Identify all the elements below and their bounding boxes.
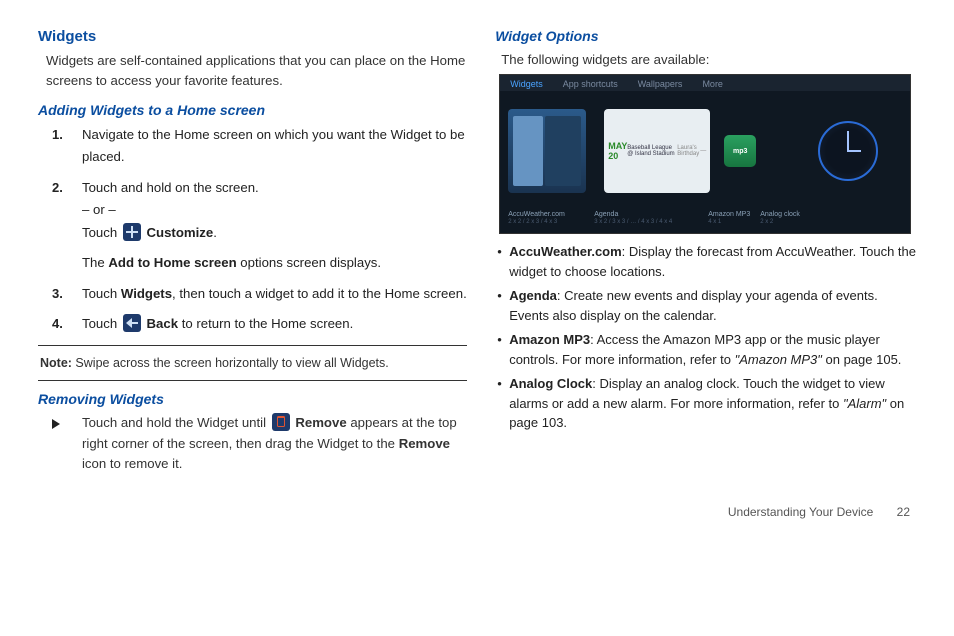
- step-number: 1.: [52, 124, 82, 146]
- tile-analog-clock: [814, 109, 902, 197]
- back-label: Back: [143, 316, 178, 331]
- heading-removing-widgets: Removing Widgets: [38, 391, 467, 407]
- ref-amazon-mp3: "Amazon MP3": [735, 352, 822, 367]
- right-column: Widget Options The following widgets are…: [495, 28, 916, 475]
- item-accuweather: AccuWeather.com: Display the forecast fr…: [497, 242, 916, 281]
- remove-label2: Remove: [399, 436, 450, 451]
- widgets-label: Widgets: [121, 286, 172, 301]
- back-icon: [123, 314, 141, 332]
- accuweather-icon: [508, 109, 586, 193]
- step-text: Touch Back to return to the Home screen.: [82, 313, 467, 335]
- tab-wallpapers: Wallpapers: [638, 79, 683, 89]
- divider: [38, 380, 467, 381]
- note-label: Note:: [40, 356, 72, 370]
- remove-step: Touch and hold the Widget until Remove a…: [52, 413, 467, 474]
- screenshot-body: MAY 20 Baseball League @ Island Stadium …: [500, 91, 910, 211]
- step2-or: – or –: [82, 202, 116, 217]
- divider: [38, 345, 467, 346]
- footer-section: Understanding Your Device: [728, 505, 873, 519]
- widget-descriptions: AccuWeather.com: Display the forecast fr…: [495, 242, 916, 433]
- page-footer: Understanding Your Device 22: [0, 485, 954, 519]
- step2-line1: Touch and hold on the screen.: [82, 180, 259, 195]
- tab-more: More: [702, 79, 723, 89]
- left-column: Widgets Widgets are self-contained appli…: [38, 28, 467, 475]
- removing-list: Touch and hold the Widget until Remove a…: [52, 413, 467, 474]
- step-text: Touch Widgets, then touch a widget to ad…: [82, 283, 467, 305]
- item-amazon-mp3: Amazon MP3: Access the Amazon MP3 app or…: [497, 330, 916, 369]
- step-text: Touch and hold on the screen. – or – Tou…: [82, 177, 467, 275]
- step-number: 4.: [52, 313, 82, 335]
- heading-adding-widgets: Adding Widgets to a Home screen: [38, 102, 467, 118]
- page-number: 22: [897, 505, 910, 519]
- tab-widgets: Widgets: [510, 79, 543, 89]
- step-number: 2.: [52, 177, 82, 199]
- step2-touch: Touch: [82, 225, 121, 240]
- widgets-screenshot: Widgets App shortcuts Wallpapers More MA…: [499, 74, 911, 234]
- step-text: Navigate to the Home screen on which you…: [82, 124, 467, 169]
- tile-agenda: MAY 20 Baseball League @ Island Stadium …: [604, 109, 710, 197]
- add-to-home-label: Add to Home screen: [108, 255, 236, 270]
- adding-steps-list: 1. Navigate to the Home screen on which …: [52, 124, 467, 336]
- step-1: 1. Navigate to the Home screen on which …: [52, 124, 467, 169]
- note-text: Note: Swipe across the screen horizontal…: [38, 354, 467, 370]
- step-3: 3. Touch Widgets, then touch a widget to…: [52, 283, 467, 305]
- widgets-intro: Widgets are self-contained applications …: [46, 51, 467, 92]
- remove-text: Touch and hold the Widget until Remove a…: [82, 413, 467, 474]
- customize-label: Customize: [143, 225, 213, 240]
- screenshot-tabs: Widgets App shortcuts Wallpapers More: [500, 75, 910, 91]
- tile-amazon-mp3: mp3: [718, 109, 806, 197]
- step-2: 2. Touch and hold on the screen. – or – …: [52, 177, 467, 275]
- triangle-bullet-icon: [52, 419, 60, 429]
- agenda-date: MAY 20: [608, 141, 627, 161]
- tile-accuweather: [508, 109, 596, 197]
- remove-label: Remove: [292, 415, 347, 430]
- step-4: 4. Touch Back to return to the Home scre…: [52, 313, 467, 335]
- amazon-mp3-icon: mp3: [718, 109, 762, 193]
- heading-widget-options: Widget Options: [495, 28, 916, 44]
- item-analog-clock: Analog Clock: Display an analog clock. T…: [497, 374, 916, 433]
- options-intro: The following widgets are available:: [501, 50, 916, 70]
- step-number: 3.: [52, 283, 82, 305]
- add-icon: [123, 223, 141, 241]
- analog-clock-icon: [814, 109, 882, 193]
- trash-icon: [272, 413, 290, 431]
- item-agenda: Agenda: Create new events and display yo…: [497, 286, 916, 325]
- ref-alarm: "Alarm": [843, 396, 886, 411]
- tab-app-shortcuts: App shortcuts: [563, 79, 618, 89]
- heading-widgets: Widgets: [38, 28, 467, 45]
- agenda-icon: MAY 20 Baseball League @ Island Stadium …: [604, 109, 710, 193]
- page-content: Widgets Widgets are self-contained appli…: [0, 0, 954, 485]
- screenshot-labels: AccuWeather.com2 x 2 / 2 x 3 / 4 x 3 Age…: [500, 211, 910, 229]
